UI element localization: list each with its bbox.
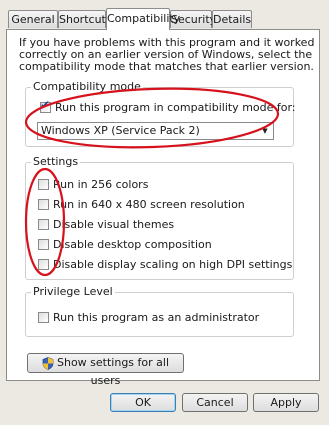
settings-legend: Settings (31, 155, 81, 168)
run-as-admin-checkbox[interactable] (38, 312, 49, 323)
checkbox[interactable] (38, 219, 49, 230)
show-settings-all-users-button[interactable]: Show settings for all users (27, 353, 184, 387)
setting-640x480[interactable]: Run in 640 x 480 screen resolution (38, 198, 245, 211)
setting-256-colors[interactable]: Run in 256 colors (38, 178, 148, 191)
checkbox[interactable] (38, 179, 49, 190)
setting-label: Run in 256 colors (53, 178, 149, 191)
tab-details[interactable]: Details (212, 10, 252, 28)
tab-shortcut[interactable]: Shortcut (58, 10, 106, 28)
compat-mode-option[interactable]: ✔ Run this program in compatibility mode… (40, 98, 296, 114)
setting-label: Disable display scaling on high DPI sett… (53, 258, 293, 271)
checkbox[interactable] (38, 239, 49, 250)
checkmark-icon: ✔ (40, 98, 51, 112)
tab-general[interactable]: General (8, 10, 58, 28)
ok-button[interactable]: OK (110, 393, 176, 412)
os-version-select[interactable]: Windows XP (Service Pack 2) ▼ (37, 122, 274, 140)
setting-disable-dpi-scaling[interactable]: Disable display scaling on high DPI sett… (38, 258, 292, 271)
setting-label: Disable visual themes (53, 218, 175, 231)
run-as-admin-label: Run this program as an administrator (53, 311, 260, 324)
privilege-level-legend: Privilege Level (31, 285, 115, 298)
setting-disable-themes[interactable]: Disable visual themes (38, 218, 174, 231)
setting-disable-composition[interactable]: Disable desktop composition (38, 238, 212, 251)
compat-mode-label: Run this program in compatibility mode f… (55, 101, 296, 114)
checkbox[interactable] (38, 199, 49, 210)
tab-compatibility[interactable]: Compatibility (106, 8, 180, 30)
dropdown-arrow-icon[interactable]: ▼ (257, 123, 273, 139)
compat-mode-checkbox[interactable]: ✔ (40, 98, 51, 113)
setting-label: Disable desktop composition (53, 238, 212, 251)
cancel-button[interactable]: Cancel (182, 393, 248, 412)
apply-button[interactable]: Apply (253, 393, 319, 412)
os-version-value: Windows XP (Service Pack 2) (41, 124, 200, 137)
checkbox[interactable] (38, 259, 49, 270)
run-as-admin-option[interactable]: Run this program as an administrator (38, 311, 259, 324)
uac-shield-icon (42, 356, 54, 370)
intro-text: If you have problems with this program a… (19, 36, 315, 73)
compatibility-mode-legend: Compatibility mode (31, 80, 143, 93)
setting-label: Run in 640 x 480 screen resolution (53, 198, 245, 211)
show-settings-label: Show settings for all users (56, 356, 169, 387)
